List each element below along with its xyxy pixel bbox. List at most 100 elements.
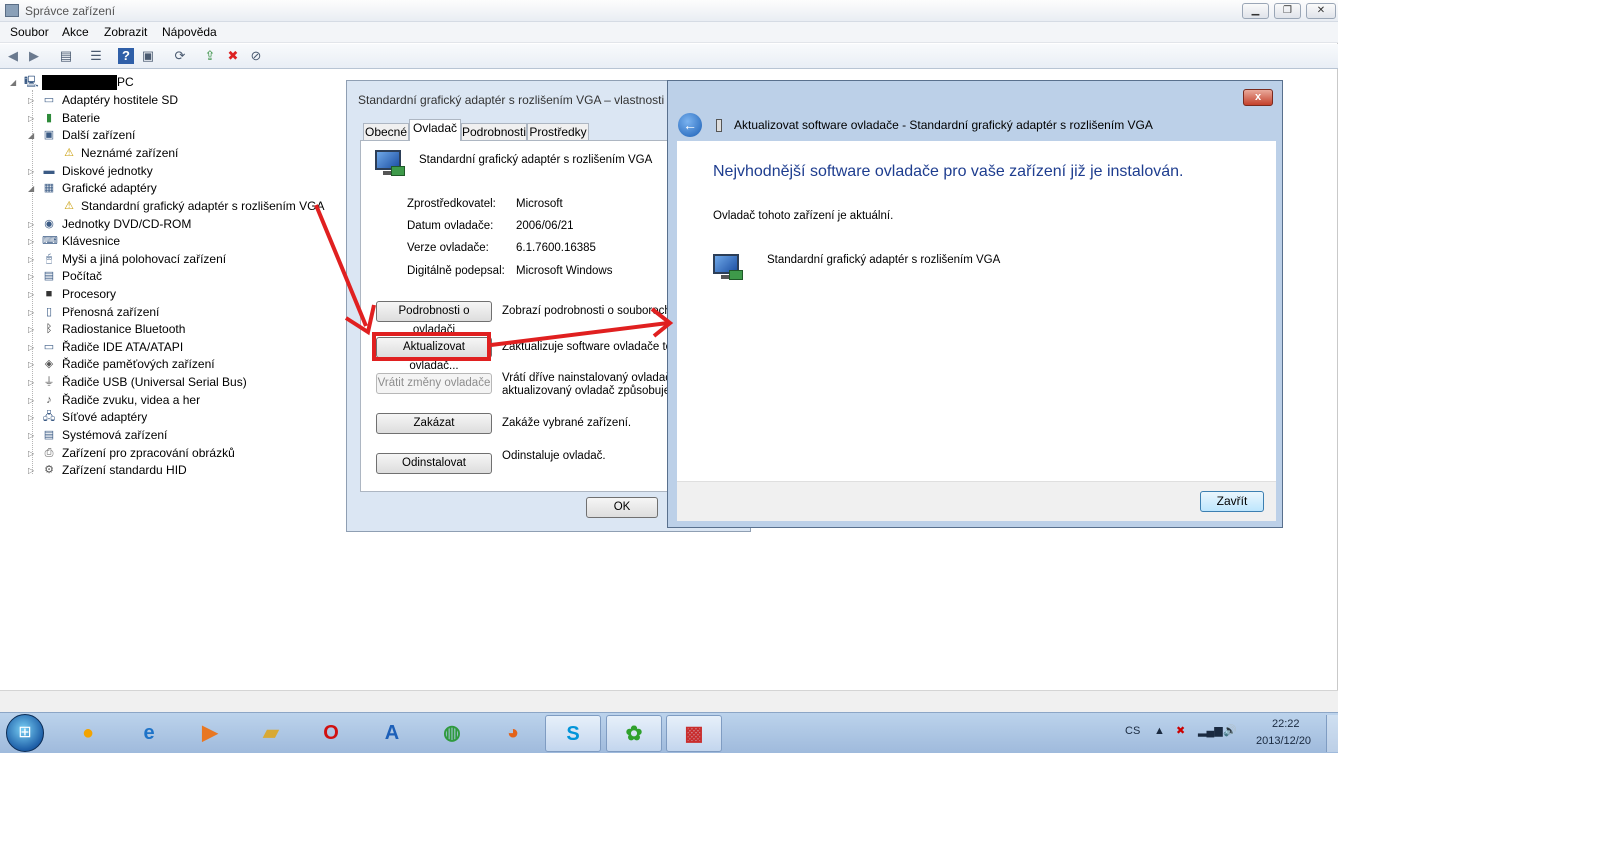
start-button-icon[interactable]: ⊞ — [6, 714, 44, 752]
collapse-arrow-icon[interactable]: ◢ — [28, 127, 38, 144]
driver-details-button[interactable]: Podrobnosti o ovladači — [376, 301, 492, 336]
ide-icon: ▭ — [43, 341, 55, 353]
show-hidden-icons-icon[interactable]: ▲ — [1154, 725, 1165, 737]
expand-arrow-icon[interactable]: ▷ — [28, 233, 38, 250]
clock-time[interactable]: 22:22 — [1272, 718, 1300, 730]
update-driver-icon[interactable]: ⇪ — [202, 48, 218, 64]
tab-ovladac[interactable]: Ovladač — [409, 119, 461, 141]
expand-arrow-icon[interactable]: ▷ — [28, 339, 38, 356]
close-button[interactable]: ✕ — [1306, 3, 1336, 19]
tree-label: Přenosná zařízení — [62, 305, 160, 319]
properties-icon[interactable]: ☰ — [88, 48, 104, 64]
media-player-icon[interactable]: ▶ — [182, 715, 238, 752]
tree-label: Počítač — [62, 269, 103, 283]
app-a-icon[interactable]: A — [364, 715, 420, 752]
expand-arrow-icon[interactable]: ▷ — [28, 409, 38, 426]
collapse-arrow-icon[interactable]: ◢ — [10, 74, 20, 91]
button-description: aktualizovaný ovladač způsobuje pro — [502, 385, 690, 397]
wizard-device-name: Standardní grafický adaptér s rozlišením… — [767, 254, 1001, 266]
language-indicator[interactable]: CS — [1125, 725, 1140, 737]
action-icon[interactable]: ▣ — [140, 48, 156, 64]
tab-podrobnosti[interactable]: Podrobnosti — [461, 123, 527, 141]
tree-label: Myši a jiná polohovací zařízení — [62, 252, 227, 266]
tree-label: Jednotky DVD/CD-ROM — [62, 217, 192, 231]
expand-arrow-icon[interactable]: ▷ — [28, 321, 38, 338]
skype-icon[interactable]: S — [545, 715, 601, 752]
display-adapter-icon — [713, 254, 743, 284]
title-bar[interactable]: Správce zařízení ▁ ❐ ✕ — [0, 0, 1338, 22]
bluetooth-icon: ᛒ — [45, 323, 53, 335]
wizard-title: Aktualizovat software ovladače - Standar… — [734, 118, 1153, 132]
menu-zobrazit[interactable]: Zobrazit — [104, 25, 147, 39]
explorer-ball-icon[interactable]: ● — [60, 715, 116, 752]
expand-arrow-icon[interactable]: ▷ — [28, 216, 38, 233]
processor-icon: ■ — [45, 288, 53, 300]
expand-arrow-icon[interactable]: ▷ — [28, 462, 38, 479]
help-icon[interactable]: ? — [118, 48, 134, 64]
minimize-button[interactable]: ▁ — [1242, 3, 1269, 19]
expand-arrow-icon[interactable]: ▷ — [28, 268, 38, 285]
show-desktop-button[interactable] — [1326, 715, 1338, 752]
tree-view-icon[interactable]: ▤ — [58, 48, 74, 64]
menu-soubor[interactable]: Soubor — [10, 25, 49, 39]
button-description: Odinstaluje ovladač. — [502, 450, 606, 462]
opera-icon[interactable]: O — [303, 715, 359, 752]
other-devices-icon: ▣ — [43, 129, 55, 141]
expand-arrow-icon[interactable]: ▷ — [28, 92, 38, 109]
forward-icon[interactable]: ▶ — [26, 48, 42, 64]
tree-label: Diskové jednotky — [62, 164, 153, 178]
ok-button[interactable]: OK — [586, 497, 658, 518]
menu-napoveda[interactable]: Nápověda — [162, 25, 217, 39]
field-label: Verze ovladače: — [407, 242, 489, 254]
uninstall-button[interactable]: Odinstalovat — [376, 453, 492, 474]
taskbar: ⊞ ● e ▶ ▰ O A ◍ ◕ S ✿ ▩ CS ▲ ✖ ▂▄▆ 🔊 22:… — [0, 712, 1338, 753]
toolbox-icon[interactable]: ▩ — [666, 715, 722, 752]
clock-date[interactable]: 2013/12/20 — [1256, 735, 1311, 747]
wizard-close-icon[interactable]: x — [1243, 89, 1273, 106]
signal-icon[interactable]: ▂▄▆ — [1198, 724, 1223, 737]
expand-arrow-icon[interactable]: ▷ — [28, 427, 38, 444]
tree-label: Řadiče USB (Universal Serial Bus) — [62, 375, 247, 389]
scan-hardware-icon[interactable]: ⟳ — [172, 48, 188, 64]
back-arrow-icon[interactable]: ← — [678, 113, 702, 137]
network-warning-icon[interactable]: ✖ — [1176, 724, 1185, 737]
warning-device-icon: ⚠ — [64, 147, 74, 159]
disable-button[interactable]: Zakázat — [376, 413, 492, 434]
redacted-name — [42, 75, 117, 90]
expand-arrow-icon[interactable]: ▷ — [28, 110, 38, 127]
menu-akce[interactable]: Akce — [62, 25, 89, 39]
expand-arrow-icon[interactable]: ▷ — [28, 356, 38, 373]
collapse-arrow-icon[interactable]: ◢ — [28, 180, 38, 197]
close-wizard-button[interactable]: Zavřít — [1200, 491, 1264, 512]
tree-label: Neznámé zařízení — [81, 146, 179, 160]
expand-arrow-icon[interactable]: ▷ — [28, 392, 38, 409]
tab-prostredky[interactable]: Prostředky — [527, 123, 589, 141]
expand-arrow-icon[interactable]: ▷ — [28, 163, 38, 180]
dvd-icon: ◉ — [44, 218, 54, 230]
expand-arrow-icon[interactable]: ▷ — [28, 374, 38, 391]
sd-host-icon: ▭ — [43, 94, 55, 106]
roll-back-driver-button[interactable]: Vrátit změny ovladače — [376, 373, 492, 394]
internet-explorer-icon[interactable]: e — [121, 715, 177, 752]
folder-icon[interactable]: ▰ — [243, 715, 299, 752]
tab-obecne[interactable]: Obecné — [363, 123, 409, 141]
hid-icon: ⚙ — [44, 464, 54, 476]
tree-label: Grafické adaptéry — [62, 181, 157, 195]
field-label: Datum ovladače: — [407, 220, 494, 232]
back-icon[interactable]: ◀ — [5, 48, 21, 64]
computer-icon: ▤ — [43, 270, 55, 282]
maximize-button[interactable]: ❐ — [1274, 3, 1301, 19]
annotation-highlight-box — [372, 332, 491, 361]
expand-arrow-icon[interactable]: ▷ — [28, 251, 38, 268]
expand-arrow-icon[interactable]: ▷ — [28, 286, 38, 303]
chrome-icon[interactable]: ◍ — [424, 715, 480, 752]
volume-icon[interactable]: 🔊 — [1223, 724, 1237, 737]
uninstall-icon[interactable]: ✖ — [225, 48, 241, 64]
icq-icon[interactable]: ✿ — [606, 715, 662, 752]
tree-label: Další zařízení — [62, 128, 136, 142]
expand-arrow-icon[interactable]: ▷ — [28, 445, 38, 462]
tree-label: Radiostanice Bluetooth — [62, 322, 186, 336]
firefox-icon[interactable]: ◕ — [485, 715, 541, 752]
expand-arrow-icon[interactable]: ▷ — [28, 304, 38, 321]
disable-icon[interactable]: ⊘ — [248, 48, 264, 64]
